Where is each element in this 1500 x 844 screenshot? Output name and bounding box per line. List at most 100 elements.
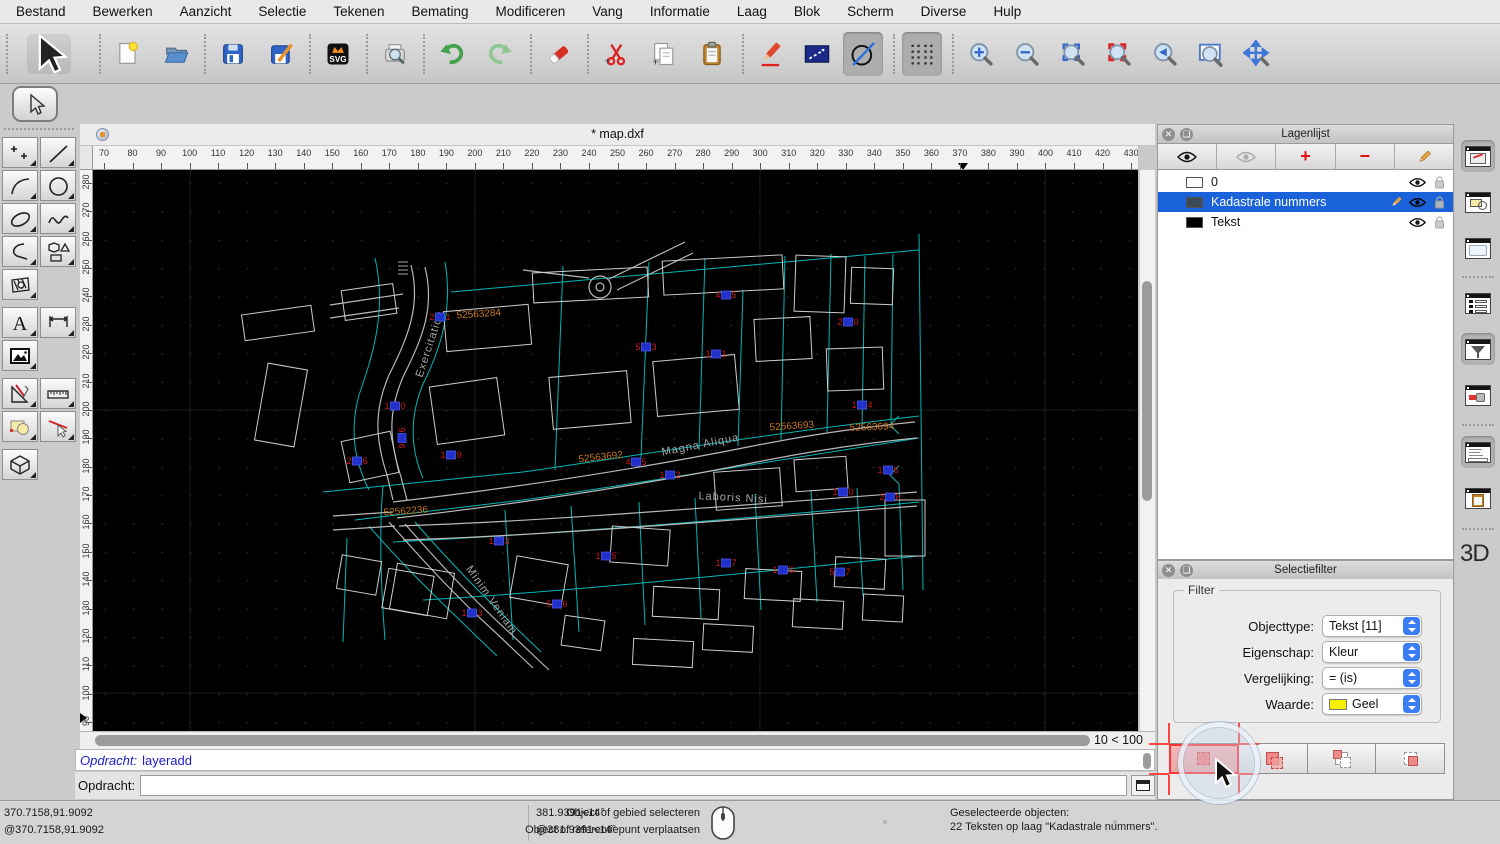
tool-box-3d[interactable] [2, 449, 38, 480]
save-button[interactable] [213, 32, 253, 76]
filter-panel-button[interactable] [1461, 333, 1495, 365]
zoom-window-button[interactable] [1191, 32, 1231, 76]
command-input[interactable] [140, 775, 1128, 796]
layer-row-tekst[interactable]: Tekst [1158, 212, 1453, 232]
open-file-button[interactable] [156, 32, 196, 76]
print-preview-button[interactable] [375, 32, 415, 76]
paste-button[interactable] [692, 32, 732, 76]
tool-polyline[interactable] [2, 236, 38, 267]
menu-scherm[interactable]: Scherm [847, 4, 894, 19]
hide-all-layers-button[interactable] [1217, 144, 1277, 169]
menu-blok[interactable]: Blok [794, 4, 820, 19]
menu-modificeren[interactable]: Modificeren [496, 4, 566, 19]
stepper-icon[interactable] [1403, 695, 1420, 713]
tool-trim[interactable] [40, 411, 76, 442]
tool-text[interactable]: A [2, 307, 38, 338]
blank-panel-button[interactable] [1461, 232, 1495, 264]
menu-bestand[interactable]: Bestand [16, 4, 66, 19]
tool-modify-shapes[interactable] [2, 411, 38, 442]
tool-spline[interactable] [40, 203, 76, 234]
history-scroll-thumb[interactable] [1143, 753, 1151, 769]
layer-lock-icon[interactable] [1434, 215, 1445, 229]
dock-icon[interactable]: ❏ [1180, 564, 1193, 577]
menu-vang[interactable]: Vang [592, 4, 623, 19]
red-pencil-button[interactable] [751, 32, 791, 76]
menu-hulp[interactable]: Hulp [993, 4, 1021, 19]
menu-bemating[interactable]: Bemating [411, 4, 468, 19]
tool-ellipse[interactable] [2, 203, 38, 234]
layer-color-swatch[interactable] [1186, 176, 1203, 188]
zoom-previous-button[interactable] [1145, 32, 1185, 76]
tool-dimension[interactable] [40, 307, 76, 338]
new-file-button[interactable] [108, 32, 148, 76]
menu-aanzicht[interactable]: Aanzicht [180, 4, 232, 19]
zoom-selection-button[interactable] [1099, 32, 1139, 76]
canvas-vertical-scrollbar[interactable] [1140, 170, 1155, 731]
zoom-in-button[interactable] [961, 32, 1001, 76]
tool-measure-ruler[interactable] [40, 378, 76, 409]
zoom-out-button[interactable] [1007, 32, 1047, 76]
tool-line[interactable] [40, 137, 76, 168]
menu-tekenen[interactable]: Tekenen [333, 4, 384, 19]
layer-name[interactable]: Kadastrale nummers [1211, 195, 1326, 209]
save-as-button[interactable] [261, 32, 301, 76]
cut-button[interactable]: + [596, 32, 636, 76]
stepper-icon[interactable] [1403, 643, 1420, 661]
layer-name[interactable]: 0 [1211, 175, 1218, 189]
close-icon[interactable]: ✕ [1162, 564, 1175, 577]
eigenschap-select[interactable]: Kleur [1322, 641, 1422, 663]
horizontal-scroll-thumb[interactable] [95, 735, 1090, 746]
circle-slash-toggle[interactable] [843, 31, 883, 76]
tool-circle[interactable] [40, 170, 76, 201]
add-layer-button[interactable]: + [1276, 144, 1336, 169]
layer-visible-icon[interactable] [1409, 197, 1426, 208]
command-history-toggle-button[interactable] [1131, 775, 1155, 796]
filter-add-to-selection-button[interactable] [1238, 743, 1308, 774]
command-panel-button[interactable] [1461, 436, 1495, 468]
vergelijking-select[interactable]: = (is) [1322, 667, 1422, 689]
svg-export-button[interactable]: SVG [318, 32, 358, 76]
3d-mode-button[interactable]: 3D [1460, 540, 1490, 568]
presentation-panel-button[interactable] [1461, 379, 1495, 411]
palette-select-button[interactable] [12, 86, 58, 122]
drawing-canvas[interactable]: Exercitation Magna Aliqua Laboris Nisi Mini… [93, 170, 1138, 731]
objecttype-select[interactable]: Tekst [11] [1322, 615, 1422, 637]
vertical-scroll-thumb[interactable] [1142, 281, 1152, 501]
tool-shapes[interactable] [40, 236, 76, 267]
grid-toggle[interactable] [902, 31, 942, 76]
layer-name[interactable]: Tekst [1211, 215, 1240, 229]
clipboard-panel-button[interactable] [1461, 482, 1495, 514]
menu-informatie[interactable]: Informatie [650, 4, 710, 19]
tool-hatch[interactable] [2, 269, 38, 300]
measure-button[interactable] [797, 32, 837, 76]
select-tool-button[interactable] [27, 32, 71, 74]
dock-icon[interactable]: ❏ [1180, 128, 1193, 141]
show-all-layers-button[interactable] [1158, 144, 1218, 169]
canvas-horizontal-scrollbar[interactable]: 10 < 100 [80, 731, 1155, 749]
properties-panel-button[interactable] [1461, 140, 1495, 172]
menu-laag[interactable]: Laag [737, 4, 767, 19]
remove-layer-button[interactable]: − [1336, 144, 1395, 169]
shapes-panel-button[interactable] [1461, 186, 1495, 218]
stepper-icon[interactable] [1403, 617, 1420, 635]
waarde-select[interactable]: Geel [1322, 693, 1422, 715]
tool-arc[interactable] [2, 170, 38, 201]
undo-button[interactable] [432, 32, 472, 76]
menu-bewerken[interactable]: Bewerken [93, 4, 153, 19]
stepper-icon[interactable] [1403, 669, 1420, 687]
layer-color-swatch[interactable] [1186, 216, 1203, 228]
eraser-button[interactable] [539, 32, 579, 76]
pan-button[interactable] [1237, 32, 1277, 76]
layer-color-swatch[interactable] [1186, 196, 1203, 208]
tool-drafting[interactable] [2, 378, 38, 409]
zoom-extents-button[interactable] [1053, 32, 1093, 76]
layer-lock-icon[interactable] [1434, 175, 1445, 189]
filter-subtract-from-selection-button[interactable] [1307, 743, 1377, 774]
layers-panel-button[interactable] [1461, 287, 1495, 319]
menu-diverse[interactable]: Diverse [921, 4, 967, 19]
filter-intersect-selection-button[interactable] [1376, 743, 1445, 774]
tool-image[interactable] [2, 340, 38, 371]
layer-visible-icon[interactable] [1409, 217, 1426, 228]
layer-row-kadastrale-nummers[interactable]: Kadastrale nummers [1158, 192, 1453, 212]
tool-points[interactable] [2, 137, 38, 168]
